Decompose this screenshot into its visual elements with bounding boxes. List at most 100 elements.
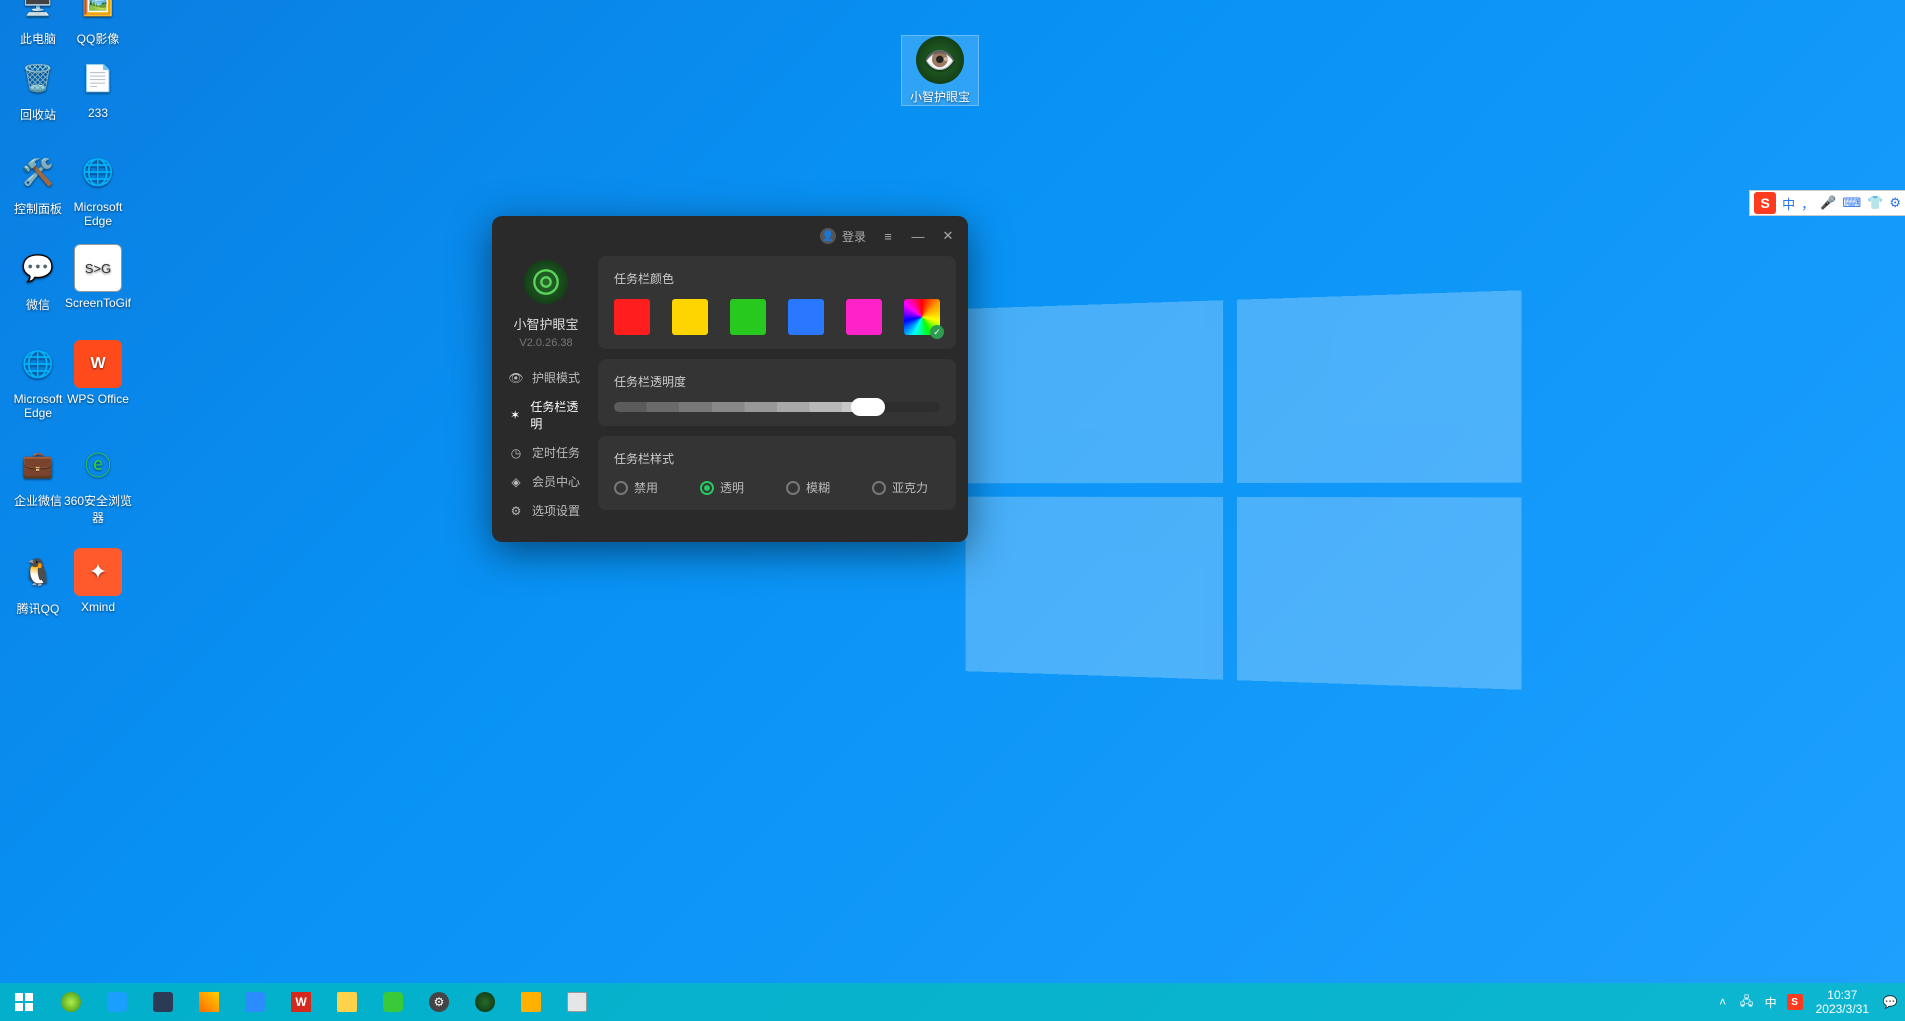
login-button[interactable]: 👤 登录 bbox=[820, 228, 866, 245]
close-button[interactable]: ✕ bbox=[940, 228, 956, 244]
desktop-icon-screentogif[interactable]: S>G ScreenToGif bbox=[60, 244, 136, 310]
radio-acrylic[interactable]: 亚克力 bbox=[872, 479, 928, 496]
tray-chevron-up-icon[interactable]: ˄ bbox=[1712, 983, 1734, 1021]
avatar-icon: 👤 bbox=[820, 228, 836, 244]
nav-label: 会员中心 bbox=[532, 473, 580, 490]
clock-time: 10:37 bbox=[1816, 988, 1869, 1002]
nav-taskbar-transparent[interactable]: ✶ 任务栏透明 bbox=[504, 392, 588, 438]
start-button[interactable] bbox=[0, 983, 48, 1021]
login-label: 登录 bbox=[842, 228, 866, 245]
icon-label: Xmind bbox=[60, 600, 136, 614]
app-version: V2.0.26.38 bbox=[519, 337, 572, 349]
radio-label: 禁用 bbox=[634, 479, 658, 496]
tray-ime-lang[interactable]: 中 bbox=[1760, 983, 1782, 1021]
icon-label: 233 bbox=[60, 106, 136, 120]
close-icon: ✕ bbox=[943, 228, 954, 243]
check-icon: ✓ bbox=[930, 325, 944, 339]
radio-transparent[interactable]: 透明 bbox=[700, 479, 744, 496]
taskbar-app-12[interactable] bbox=[554, 983, 600, 1021]
opacity-slider[interactable] bbox=[614, 402, 940, 412]
gear-icon: ⚙ bbox=[508, 503, 524, 519]
panel-title: 任务栏透明度 bbox=[614, 373, 940, 390]
taskbar: W ⚙ ˄ 🖧 中 S 10:37 2023/3/31 💬 bbox=[0, 983, 1905, 1021]
radio-dot bbox=[700, 481, 714, 495]
taskbar-app-6[interactable]: W bbox=[278, 983, 324, 1021]
nav-label: 选项设置 bbox=[532, 502, 580, 519]
taskbar-clock[interactable]: 10:37 2023/3/31 bbox=[1808, 988, 1877, 1017]
desktop-icon-233[interactable]: 📄 233 bbox=[60, 54, 136, 120]
ime-mic-icon[interactable]: 🎤 bbox=[1820, 195, 1836, 211]
radio-blur[interactable]: 模糊 bbox=[786, 479, 830, 496]
clock-icon: ◷ bbox=[508, 445, 524, 461]
radio-label: 透明 bbox=[720, 479, 744, 496]
color-swatch-magenta[interactable] bbox=[846, 299, 882, 335]
menu-button[interactable]: ≡ bbox=[880, 229, 896, 244]
desktop-icon-qq-image[interactable]: 🖼️ QQ影像 bbox=[60, 0, 136, 47]
panel-taskbar-style: 任务栏样式 禁用 透明 模糊 bbox=[598, 436, 956, 510]
radio-label: 亚克力 bbox=[892, 479, 928, 496]
ime-settings-icon[interactable]: ⚙ bbox=[1889, 195, 1901, 211]
color-swatch-yellow[interactable] bbox=[672, 299, 708, 335]
menu-icon: ≡ bbox=[884, 229, 892, 244]
color-swatch-red[interactable] bbox=[614, 299, 650, 335]
sogou-logo-icon: S bbox=[1754, 192, 1776, 214]
desktop-icon-xmind[interactable]: ✦ Xmind bbox=[60, 548, 136, 614]
sidebar: 小智护眼宝 V2.0.26.38 👁 护眼模式 ✶ 任务栏透明 ◷ 定时任务 ◈… bbox=[504, 256, 588, 530]
eye-icon: 👁 bbox=[508, 370, 524, 386]
taskbar-app-8[interactable] bbox=[370, 983, 416, 1021]
desktop-icon-wps[interactable]: W WPS Office bbox=[60, 340, 136, 406]
panel-title: 任务栏颜色 bbox=[614, 270, 940, 287]
nav-member[interactable]: ◈ 会员中心 bbox=[504, 467, 588, 496]
taskbar-app-4[interactable] bbox=[186, 983, 232, 1021]
diamond-icon: ◈ bbox=[508, 474, 524, 490]
nav-label: 护眼模式 bbox=[532, 369, 580, 386]
radio-dot bbox=[786, 481, 800, 495]
taskbar-app-11[interactable] bbox=[508, 983, 554, 1021]
tray-network-icon[interactable]: 🖧 bbox=[1736, 983, 1758, 1021]
taskbar-app-10[interactable] bbox=[462, 983, 508, 1021]
color-swatch-blue[interactable] bbox=[788, 299, 824, 335]
minimize-icon: — bbox=[912, 229, 925, 244]
slider-thumb[interactable] bbox=[851, 398, 885, 416]
sparkle-icon: ✶ bbox=[508, 407, 522, 423]
radio-dot bbox=[872, 481, 886, 495]
taskbar-app-7[interactable] bbox=[324, 983, 370, 1021]
panel-taskbar-color: 任务栏颜色 ✓ bbox=[598, 256, 956, 349]
minimize-button[interactable]: — bbox=[910, 229, 926, 244]
tray-notifications-icon[interactable]: 💬 bbox=[1879, 983, 1901, 1021]
desktop-icon-eyecare[interactable]: 👁️ 小智护眼宝 bbox=[902, 36, 978, 105]
nav-scheduled[interactable]: ◷ 定时任务 bbox=[504, 438, 588, 467]
nav-options[interactable]: ⚙ 选项设置 bbox=[504, 496, 588, 525]
color-swatch-green[interactable] bbox=[730, 299, 766, 335]
nav-eye-mode[interactable]: 👁 护眼模式 bbox=[504, 363, 588, 392]
ime-skin-icon[interactable]: 👕 bbox=[1867, 195, 1883, 211]
panel-taskbar-opacity: 任务栏透明度 bbox=[598, 359, 956, 426]
icon-label: QQ影像 bbox=[60, 30, 136, 47]
radio-dot bbox=[614, 481, 628, 495]
title-bar: 👤 登录 ≡ — ✕ bbox=[492, 216, 968, 256]
radio-disable[interactable]: 禁用 bbox=[614, 479, 658, 496]
nav-label: 任务栏透明 bbox=[530, 398, 584, 432]
taskbar-app-1[interactable] bbox=[48, 983, 94, 1021]
ime-punct[interactable]: ， bbox=[1801, 194, 1814, 213]
desktop-icon-360-browser[interactable]: ⓔ 360安全浏览器 bbox=[60, 440, 136, 526]
icon-label: Microsoft Edge bbox=[60, 200, 136, 228]
ime-lang[interactable]: 中 bbox=[1782, 194, 1795, 213]
icon-label: ScreenToGif bbox=[60, 296, 136, 310]
tray-sogou-icon[interactable]: S bbox=[1784, 983, 1806, 1021]
icon-label: 小智护眼宝 bbox=[902, 88, 978, 105]
taskbar-app-5[interactable] bbox=[232, 983, 278, 1021]
desktop-icon-edge[interactable]: 🌐 Microsoft Edge bbox=[60, 148, 136, 228]
clock-date: 2023/3/31 bbox=[1816, 1002, 1869, 1016]
color-swatch-custom[interactable]: ✓ bbox=[904, 299, 940, 335]
app-window: 👤 登录 ≡ — ✕ 小智护眼宝 V2.0.26.38 bbox=[492, 216, 968, 542]
icon-label: WPS Office bbox=[60, 392, 136, 406]
nav-label: 定时任务 bbox=[532, 444, 580, 461]
icon-label: 360安全浏览器 bbox=[60, 492, 136, 526]
taskbar-app-2[interactable] bbox=[94, 983, 140, 1021]
taskbar-app-3[interactable] bbox=[140, 983, 186, 1021]
ime-keyboard-icon[interactable]: ⌨ bbox=[1842, 195, 1861, 211]
windows-icon bbox=[15, 993, 33, 1011]
ime-toolbar[interactable]: S 中 ， 🎤 ⌨ 👕 ⚙ bbox=[1749, 190, 1905, 216]
taskbar-app-9[interactable]: ⚙ bbox=[416, 983, 462, 1021]
